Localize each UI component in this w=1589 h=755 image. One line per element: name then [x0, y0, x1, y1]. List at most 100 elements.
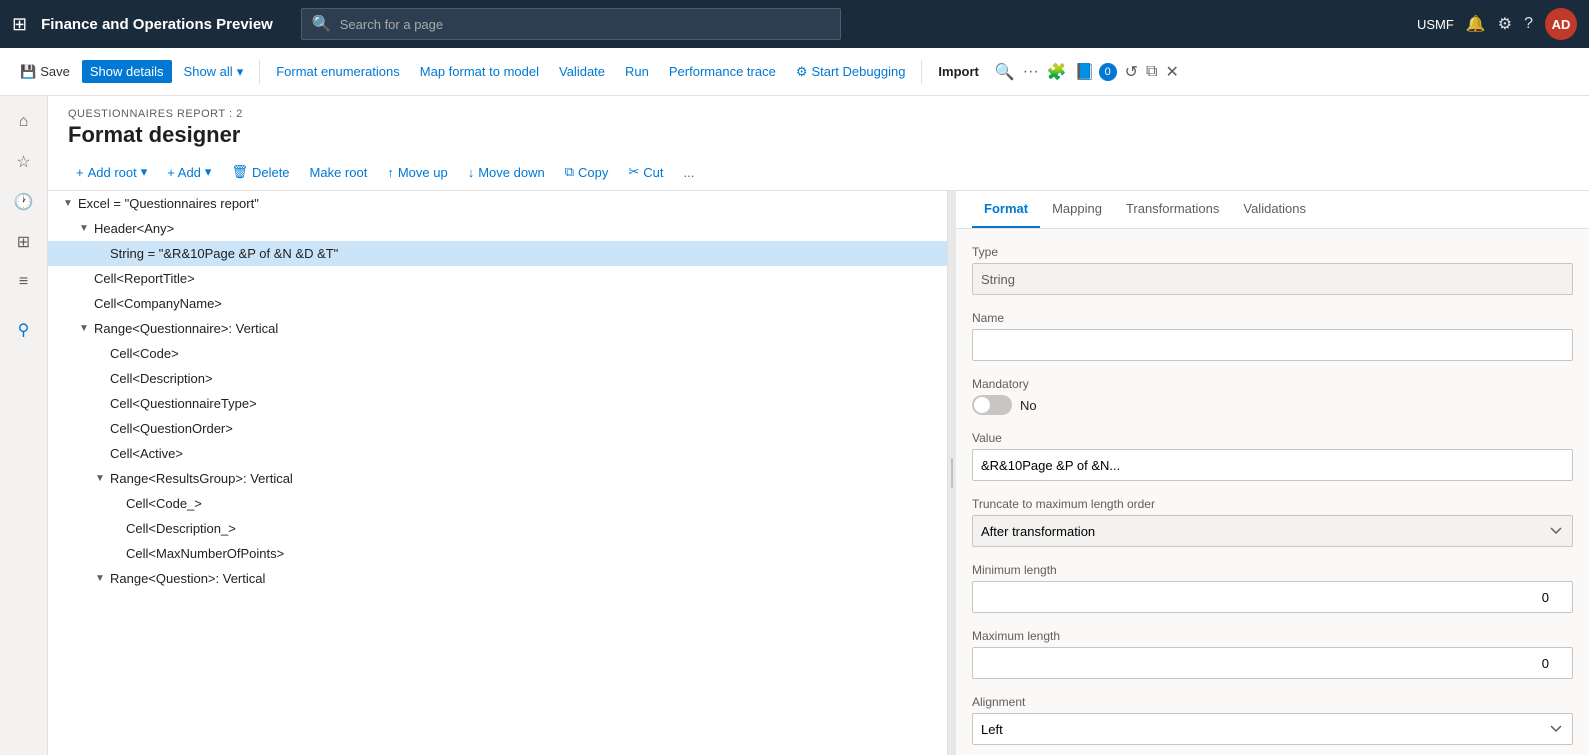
mandatory-toggle-row: No	[972, 395, 1573, 415]
nav-right: USMF 🔔 ⚙ ? AD	[1417, 8, 1577, 40]
truncate-select[interactable]: After transformation Before transformati…	[972, 515, 1573, 547]
toolbar-badge: 0	[1099, 63, 1117, 81]
move-down-icon: ↓	[468, 165, 475, 180]
tree-item[interactable]: ▼ Header<Any>	[48, 216, 947, 241]
arrow-icon	[92, 448, 108, 459]
run-button[interactable]: Run	[617, 60, 657, 83]
delete-button[interactable]: 🗑 Delete	[223, 160, 297, 184]
arrow-icon	[92, 398, 108, 409]
import-button[interactable]: Import	[930, 60, 986, 83]
mandatory-label: Mandatory	[972, 377, 1573, 391]
mandatory-value: No	[1020, 398, 1037, 413]
arrow-icon	[108, 523, 124, 534]
sidebar-icon-grid[interactable]: ⊞	[6, 224, 42, 260]
performance-trace-button[interactable]: Performance trace	[661, 60, 784, 83]
bell-icon[interactable]: 🔔	[1466, 14, 1486, 34]
map-format-button[interactable]: Map format to model	[412, 60, 547, 83]
toolbar-search-icon[interactable]: 🔍	[995, 62, 1015, 82]
arrow-icon: ▼	[92, 473, 108, 484]
search-input[interactable]	[340, 17, 830, 32]
more-actions-button[interactable]: ...	[676, 161, 703, 184]
tab-mapping[interactable]: Mapping	[1040, 191, 1114, 228]
sidebar-icon-star[interactable]: ☆	[6, 144, 42, 180]
properties-panel: Format Mapping Transformations Validatio…	[956, 191, 1589, 755]
validate-button[interactable]: Validate	[551, 60, 613, 83]
arrow-icon	[92, 348, 108, 359]
cut-button[interactable]: ✂ Cut	[620, 160, 671, 184]
tree-item[interactable]: ▼ Range<Question>: Vertical	[48, 566, 947, 591]
prop-alignment: Alignment Left Center Right	[972, 695, 1573, 745]
tree-item[interactable]: ▼ Range<Questionnaire>: Vertical	[48, 316, 947, 341]
toolbar-close-icon[interactable]: ✕	[1165, 62, 1178, 82]
tree-item[interactable]: Cell<Code>	[48, 341, 947, 366]
prop-max-length: Maximum length	[972, 629, 1573, 679]
arrow-icon: ▼	[76, 323, 92, 334]
toolbar-expand-icon[interactable]: 📘	[1075, 62, 1095, 82]
show-all-button[interactable]: Show all ▾	[176, 60, 252, 84]
tree-item[interactable]: Cell<MaxNumberOfPoints>	[48, 541, 947, 566]
mandatory-toggle[interactable]	[972, 395, 1012, 415]
toolbar-refresh-icon[interactable]: ↺	[1125, 62, 1138, 82]
username-label: USMF	[1417, 17, 1454, 32]
tree-panel[interactable]: ▼ Excel = "Questionnaires report" ▼ Head…	[48, 191, 948, 755]
drag-handle[interactable]	[948, 191, 956, 755]
move-up-button[interactable]: ↑ Move up	[379, 161, 455, 184]
tree-item[interactable]: Cell<Code_>	[48, 491, 947, 516]
copy-button[interactable]: ⧉ Copy	[557, 160, 617, 184]
tree-item[interactable]: ▼ Range<ResultsGroup>: Vertical	[48, 466, 947, 491]
start-debugging-button[interactable]: ⚙ Start Debugging	[788, 60, 914, 84]
add-root-chevron: ▾	[141, 164, 148, 180]
alignment-label: Alignment	[972, 695, 1573, 709]
layout: ⌂ ☆ 🕐 ⊞ ≡ ⚲ QUESTIONNAIRES REPORT : 2 Fo…	[0, 96, 1589, 755]
sidebar-filter-icon[interactable]: ⚲	[6, 312, 42, 348]
tree-item[interactable]: Cell<Description_>	[48, 516, 947, 541]
tab-validations[interactable]: Validations	[1231, 191, 1318, 228]
app-title: Finance and Operations Preview	[41, 16, 273, 33]
tab-format[interactable]: Format	[972, 191, 1040, 228]
toolbar-window-icon[interactable]: ⧉	[1146, 63, 1157, 81]
alignment-select[interactable]: Left Center Right	[972, 713, 1573, 745]
separator-2	[921, 60, 922, 84]
min-length-input[interactable]	[972, 581, 1573, 613]
delete-icon: 🗑	[231, 164, 248, 180]
tree-item[interactable]: Cell<Active>	[48, 441, 947, 466]
sidebar-icon-home[interactable]: ⌂	[6, 104, 42, 140]
toolbar-more-icon[interactable]: ···	[1023, 63, 1039, 81]
page-header: QUESTIONNAIRES REPORT : 2 Format designe…	[48, 96, 1589, 154]
waffle-icon[interactable]: ⊞	[12, 14, 27, 35]
tree-item[interactable]: Cell<QuestionOrder>	[48, 416, 947, 441]
add-button[interactable]: + Add ▾	[159, 160, 219, 184]
type-label: Type	[972, 245, 1573, 259]
help-icon[interactable]: ?	[1524, 15, 1533, 33]
properties-content: Type Name Mandatory No	[956, 229, 1589, 755]
tree-item[interactable]: Cell<ReportTitle>	[48, 266, 947, 291]
sidebar-icon-list[interactable]: ≡	[6, 264, 42, 300]
separator-1	[259, 60, 260, 84]
prop-truncate: Truncate to maximum length order After t…	[972, 497, 1573, 547]
main-content: QUESTIONNAIRES REPORT : 2 Format designe…	[48, 96, 1589, 755]
settings-icon[interactable]: ⚙	[1498, 14, 1512, 34]
debug-icon: ⚙	[796, 64, 808, 80]
tree-item[interactable]: Cell<QuestionnaireType>	[48, 391, 947, 416]
tree-item[interactable]: Cell<CompanyName>	[48, 291, 947, 316]
truncate-label: Truncate to maximum length order	[972, 497, 1573, 511]
move-down-button[interactable]: ↓ Move down	[460, 161, 553, 184]
avatar[interactable]: AD	[1545, 8, 1577, 40]
tree-item[interactable]: Cell<Description>	[48, 366, 947, 391]
add-root-button[interactable]: + Add root ▾	[68, 160, 155, 184]
format-enumerations-button[interactable]: Format enumerations	[268, 60, 408, 83]
tab-transformations[interactable]: Transformations	[1114, 191, 1231, 228]
tree-item[interactable]: ▼ Excel = "Questionnaires report"	[48, 191, 947, 216]
value-input[interactable]	[972, 449, 1573, 481]
name-input[interactable]	[972, 329, 1573, 361]
make-root-button[interactable]: Make root	[302, 161, 376, 184]
sidebar-icon-clock[interactable]: 🕐	[6, 184, 42, 220]
toolbar-puzzle-icon[interactable]: 🧩	[1047, 62, 1067, 82]
tree-item-selected[interactable]: String = "&R&10Page &P of &N &D &T"	[48, 241, 947, 266]
arrow-icon	[76, 273, 92, 284]
search-bar[interactable]: 🔍	[301, 8, 841, 40]
max-length-input[interactable]	[972, 647, 1573, 679]
show-details-button[interactable]: Show details	[82, 60, 172, 83]
save-button[interactable]: 💾 Save	[12, 60, 78, 84]
type-input[interactable]	[972, 263, 1573, 295]
